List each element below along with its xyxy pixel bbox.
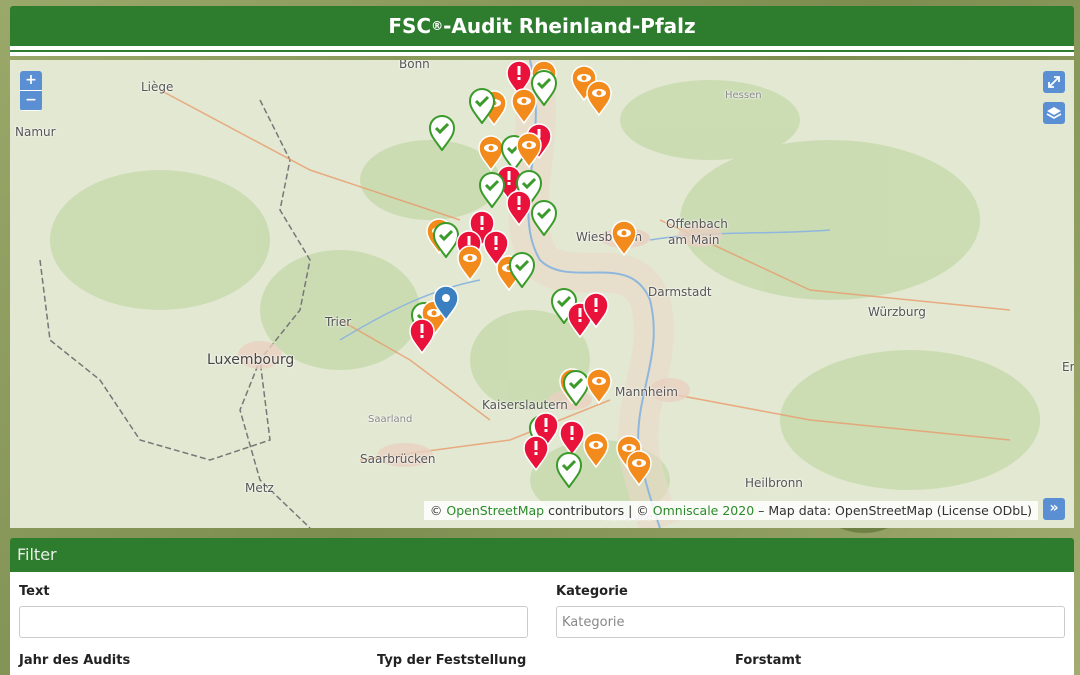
omniscale-link[interactable]: Omniscale 2020 xyxy=(653,503,754,518)
typ-label: Typ der Feststellung xyxy=(377,653,527,668)
registered-mark: ® xyxy=(431,19,444,33)
attribution-toggle-button[interactable]: » xyxy=(1043,498,1065,520)
place-label: Mannheim xyxy=(615,385,678,399)
filter-panel: Text Kategorie Jahr des Audits Typ der F… xyxy=(10,572,1074,675)
place-label: Bonn xyxy=(399,60,430,71)
marker-ok-icon[interactable] xyxy=(508,252,536,289)
layers-button[interactable] xyxy=(1043,102,1065,124)
place-label: Erl xyxy=(1062,360,1074,374)
filter-title: Filter xyxy=(17,545,57,564)
place-label: Trier xyxy=(325,315,352,329)
marker-watch-icon[interactable] xyxy=(456,245,484,282)
text-filter-label: Text xyxy=(19,584,50,599)
place-label: Namur xyxy=(15,125,56,139)
marker-watch-icon[interactable] xyxy=(515,132,543,169)
attribution-rest: – Map data: OpenStreetMap (License ODbL) xyxy=(758,503,1032,518)
attribution-prefix: © xyxy=(429,503,443,518)
place-label: am Main xyxy=(668,233,720,247)
place-label: Metz xyxy=(245,481,274,495)
place-label: Liège xyxy=(141,80,174,94)
zoom-control: + − xyxy=(20,71,42,111)
place-label: Offenbach xyxy=(666,217,728,231)
attribution-mid: contributors | © xyxy=(548,503,649,518)
marker-ok-icon[interactable] xyxy=(530,200,558,237)
marker-ok-icon[interactable] xyxy=(478,172,506,209)
place-label: Darmstadt xyxy=(648,285,712,299)
map-view[interactable]: Bonn Liège Namur Hessen Offenbach am Mai… xyxy=(10,60,1074,528)
marker-issue-icon[interactable] xyxy=(582,292,610,329)
place-label: Kaiserslautern xyxy=(482,398,568,412)
place-label: Hessen xyxy=(725,90,762,101)
jahr-label: Jahr des Audits xyxy=(19,653,131,668)
page-title-rest: -Audit Rheinland-Pfalz xyxy=(443,14,696,38)
header-divider xyxy=(10,46,1074,56)
forstamt-label: Forstamt xyxy=(735,653,802,668)
marker-watch-icon[interactable] xyxy=(510,88,538,125)
page-title: FSC xyxy=(388,14,432,38)
kategorie-label: Kategorie xyxy=(556,584,628,599)
marker-watch-icon[interactable] xyxy=(585,80,613,117)
place-label: Luxembourg xyxy=(207,352,295,368)
place-label: Saarland xyxy=(368,414,413,425)
place-label: Saarbrücken xyxy=(360,452,436,466)
marker-watch-icon[interactable] xyxy=(585,368,613,405)
filter-header: Filter xyxy=(10,538,1074,572)
marker-ok-icon[interactable] xyxy=(428,115,456,152)
marker-watch-icon[interactable] xyxy=(610,220,638,257)
fullscreen-button[interactable] xyxy=(1043,71,1065,93)
map-attribution: © OpenStreetMap contributors | © Omnisca… xyxy=(423,501,1038,520)
marker-ok-icon[interactable] xyxy=(468,88,496,125)
layers-icon xyxy=(1046,107,1062,119)
page-header: FSC ® -Audit Rheinland-Pfalz xyxy=(10,6,1074,46)
marker-watch-icon[interactable] xyxy=(582,432,610,469)
marker-issue-icon[interactable] xyxy=(408,318,436,355)
marker-ok-icon[interactable] xyxy=(555,452,583,489)
marker-info-icon[interactable] xyxy=(432,285,460,322)
marker-issue-icon[interactable] xyxy=(522,435,550,472)
place-label: Würzburg xyxy=(868,305,926,319)
text-filter-input[interactable] xyxy=(19,606,528,638)
marker-watch-icon[interactable] xyxy=(625,450,653,487)
kategorie-input[interactable] xyxy=(556,606,1065,638)
zoom-out-button[interactable]: − xyxy=(20,91,42,111)
marker-issue-icon[interactable] xyxy=(505,190,533,227)
place-label: Heilbronn xyxy=(745,476,803,490)
osm-link[interactable]: OpenStreetMap xyxy=(446,503,544,518)
fullscreen-icon xyxy=(1048,76,1060,88)
zoom-in-button[interactable]: + xyxy=(20,71,42,91)
